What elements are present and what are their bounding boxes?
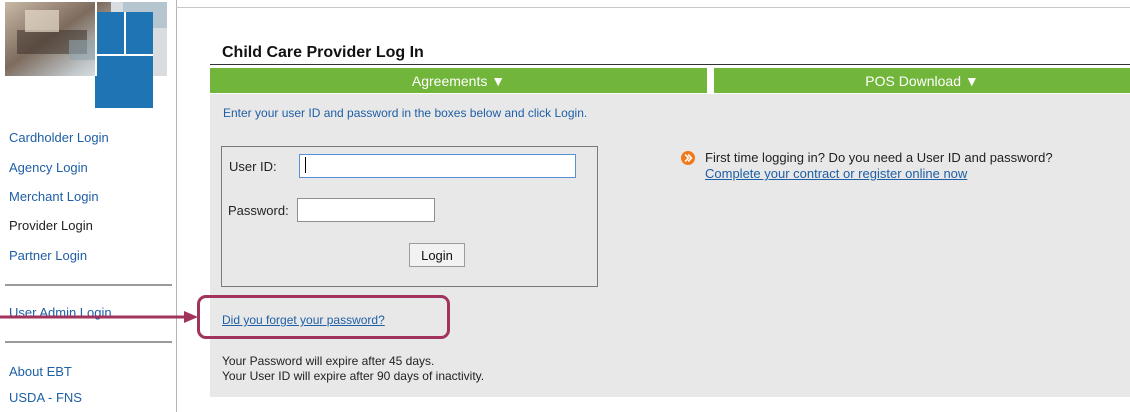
sidebar-item-usda-fns[interactable]: USDA - FNS — [9, 390, 82, 405]
login-button[interactable]: Login — [409, 243, 465, 267]
sidebar-item-partner-login[interactable]: Partner Login — [9, 248, 87, 263]
sidebar-divider — [5, 341, 172, 343]
password-expiry-note: Your Password will expire after 45 days. — [222, 354, 435, 368]
login-instructions: Enter your user ID and password in the b… — [223, 106, 588, 120]
user-id-input[interactable] — [299, 154, 576, 178]
agreements-menu[interactable]: Agreements ▼ — [210, 68, 707, 93]
left-nav: Cardholder Login Agency Login Merchant L… — [0, 0, 177, 412]
orange-arrow-circle-icon — [681, 151, 695, 165]
page-title: Child Care Provider Log In — [222, 44, 424, 61]
sidebar-item-agency-login[interactable]: Agency Login — [9, 160, 88, 175]
sidebar-item-cardholder-login[interactable]: Cardholder Login — [9, 130, 109, 145]
user-id-label: User ID: — [229, 159, 277, 174]
password-label: Password: — [228, 203, 289, 218]
title-divider — [210, 64, 1130, 65]
sidebar-divider — [5, 284, 172, 286]
register-online-link[interactable]: Complete your contract or register onlin… — [705, 166, 967, 181]
sidebar-item-merchant-login[interactable]: Merchant Login — [9, 189, 99, 204]
password-input[interactable] — [297, 198, 435, 222]
header-top-border — [176, 7, 1130, 8]
ebt-logo — [5, 2, 167, 108]
sidebar-item-about-ebt[interactable]: About EBT — [9, 364, 72, 379]
callout-arrow-icon — [0, 311, 198, 323]
forgot-password-link[interactable]: Did you forget your password? — [222, 313, 385, 327]
sidebar-item-provider-login[interactable]: Provider Login — [9, 218, 93, 233]
first-time-question: First time logging in? Do you need a Use… — [705, 150, 1053, 165]
text-cursor — [305, 157, 306, 173]
pos-download-menu[interactable]: POS Download ▼ — [714, 68, 1130, 93]
user-id-expiry-note: Your User ID will expire after 90 days o… — [222, 369, 485, 383]
